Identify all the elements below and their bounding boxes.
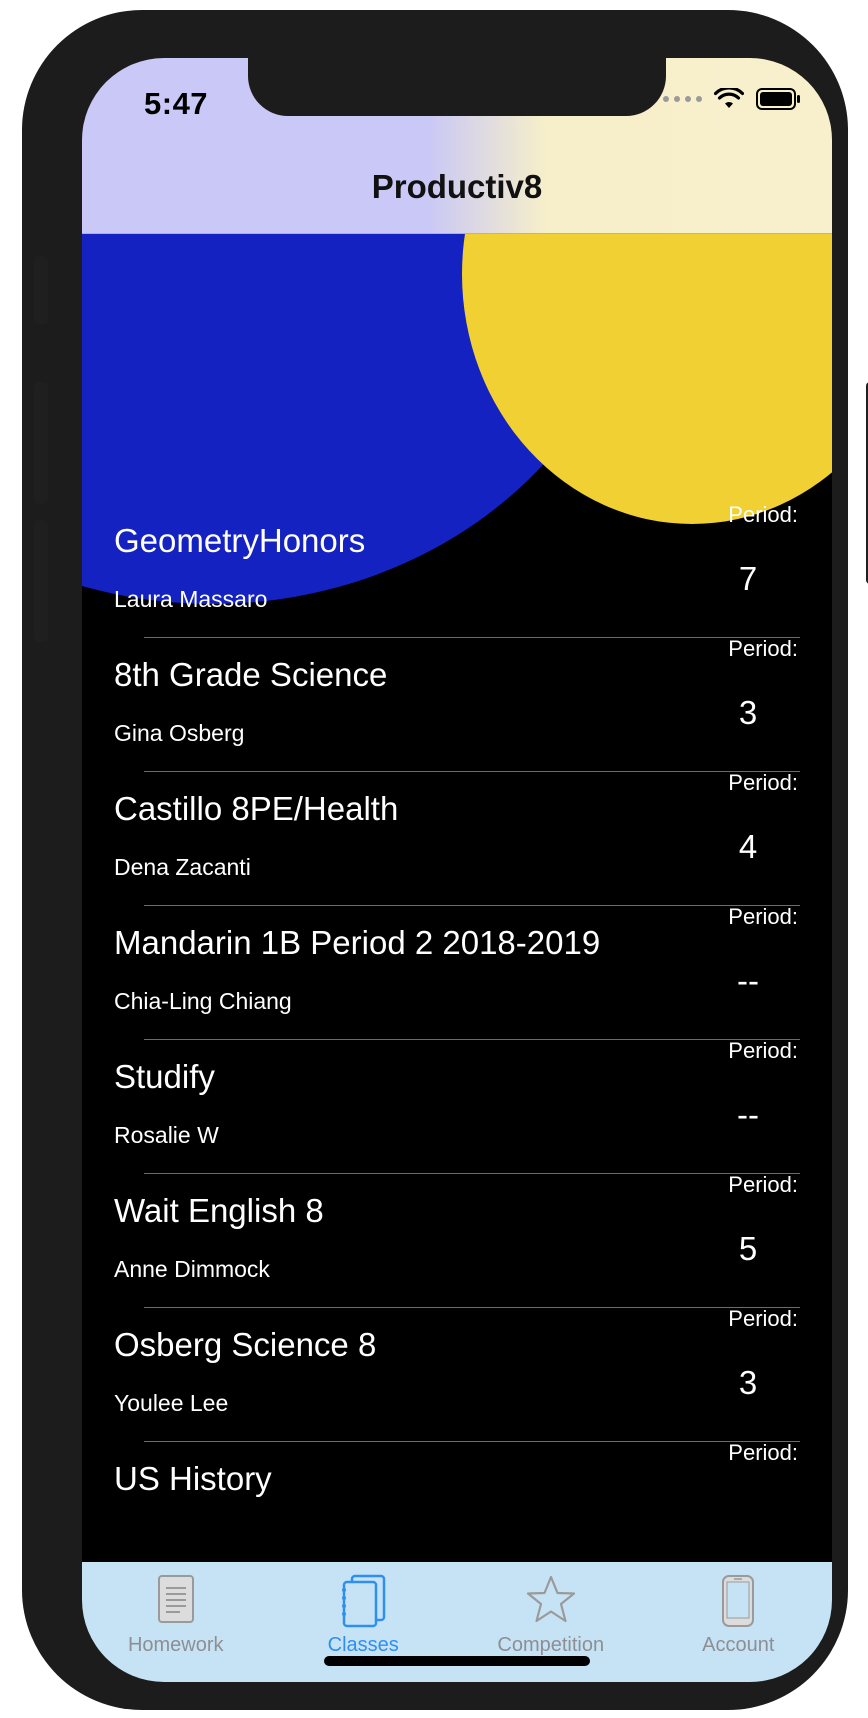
home-indicator[interactable] <box>324 1656 590 1666</box>
classes-list-view[interactable]: GeometryHonors Laura Massaro Period: 7 8… <box>82 234 832 1562</box>
navigation-header: 5:47 Productiv8 <box>82 58 832 234</box>
period-value: 4 <box>738 828 758 865</box>
class-name: Wait English 8 <box>114 1192 324 1229</box>
teacher-name: Rosalie W <box>114 1122 219 1148</box>
signal-dots-icon <box>663 96 702 102</box>
star-icon <box>526 1575 575 1623</box>
class-row[interactable]: US History Period: <box>82 1440 832 1562</box>
class-name: 8th Grade Science <box>114 656 388 693</box>
period-label: Period: <box>728 1172 798 1197</box>
teacher-name: Chia-Ling Chiang <box>114 988 292 1014</box>
class-name: US History <box>114 1460 272 1497</box>
volume-up-button <box>34 382 48 504</box>
wifi-icon <box>714 88 744 108</box>
silent-switch <box>34 256 48 324</box>
class-row[interactable]: GeometryHonors Laura Massaro Period: 7 <box>82 502 832 638</box>
period-value: 3 <box>738 1364 758 1401</box>
period-label: Period: <box>728 770 798 795</box>
tab-label: Account <box>702 1634 775 1656</box>
class-name: Osberg Science 8 <box>114 1326 377 1363</box>
document-icon <box>157 1575 194 1623</box>
tab-homework[interactable]: Homework <box>82 1562 270 1682</box>
class-name: Castillo 8PE/Health <box>114 790 399 827</box>
tab-label: Competition <box>497 1634 605 1656</box>
notch <box>248 58 666 116</box>
class-row[interactable]: 8th Grade Science Gina Osberg Period: 3 <box>82 636 832 772</box>
period-label: Period: <box>728 1440 798 1465</box>
volume-down-button <box>34 520 48 642</box>
teacher-name: Youlee Lee <box>114 1390 229 1416</box>
teacher-name: Dena Zacanti <box>114 854 251 880</box>
battery-icon <box>756 88 800 110</box>
status-time: 5:47 <box>144 86 209 121</box>
phone-icon <box>722 1575 755 1627</box>
classes-list: GeometryHonors Laura Massaro Period: 7 8… <box>82 502 832 1562</box>
class-name: Mandarin 1B Period 2 2018-2019 <box>114 924 601 961</box>
period-label: Period: <box>728 1038 798 1063</box>
status-icons <box>663 88 802 110</box>
period-value: 7 <box>738 560 758 597</box>
tab-account[interactable]: Account <box>645 1562 833 1682</box>
page-title: Productiv8 <box>371 168 543 205</box>
class-row[interactable]: Studify Rosalie W Period: -- <box>82 1038 832 1174</box>
class-row[interactable]: Mandarin 1B Period 2 2018-2019 Chia-Ling… <box>82 904 832 1040</box>
class-row[interactable]: Castillo 8PE/Health Dena Zacanti Period:… <box>82 770 832 906</box>
teacher-name: Anne Dimmock <box>114 1256 270 1282</box>
class-row[interactable]: Osberg Science 8 Youlee Lee Period: 3 <box>82 1306 832 1442</box>
teacher-name: Gina Osberg <box>114 720 245 746</box>
period-label: Period: <box>728 1306 798 1331</box>
class-name: Studify <box>114 1058 215 1095</box>
teacher-name: Laura Massaro <box>114 586 268 612</box>
period-value: 3 <box>738 694 758 731</box>
tab-label: Classes <box>327 1634 399 1656</box>
period-label: Period: <box>728 502 798 527</box>
tab-label: Homework <box>127 1634 224 1656</box>
period-label: Period: <box>728 636 798 661</box>
class-row[interactable]: Wait English 8 Anne Dimmock Period: 5 <box>82 1172 832 1308</box>
period-value: -- <box>737 962 759 999</box>
period-value: -- <box>737 1096 759 1133</box>
period-label: Period: <box>728 904 798 929</box>
screen: 5:47 Productiv8 GeometryHonors Laura Mas… <box>82 58 832 1682</box>
period-value: 5 <box>738 1230 758 1267</box>
device-frame: 5:47 Productiv8 GeometryHonors Laura Mas… <box>22 10 868 1710</box>
notebooks-icon <box>342 1574 386 1628</box>
class-name: GeometryHonors <box>114 522 366 559</box>
